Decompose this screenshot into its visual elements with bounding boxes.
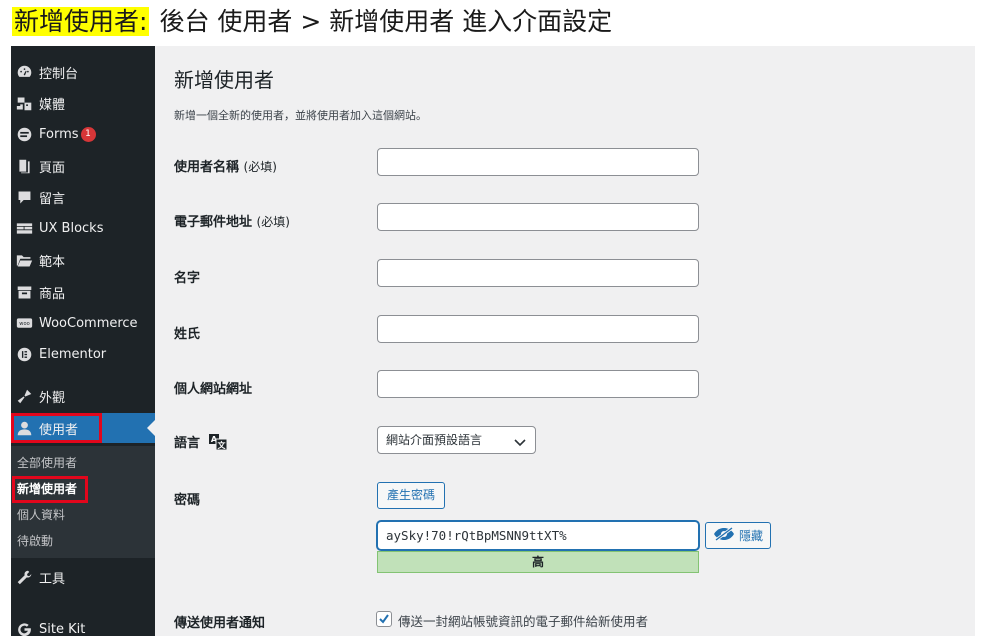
- page-title: 新增使用者: [174, 68, 274, 92]
- woocommerce-icon: woo: [15, 314, 33, 332]
- website-input[interactable]: [377, 370, 699, 398]
- sidebar-item-woocommerce[interactable]: woo WooCommerce: [11, 308, 155, 338]
- sidebar-item-label: Site Kit: [39, 621, 86, 636]
- translation-icon: A文: [208, 433, 228, 454]
- language-label: 語言 A文: [174, 432, 228, 454]
- sidebar-item-label: Elementor: [39, 346, 107, 362]
- checkmark-icon: [379, 614, 389, 624]
- svg-text:文: 文: [217, 440, 226, 450]
- sidebar-item-comments[interactable]: 留言: [11, 182, 155, 212]
- sidebar-item-dashboard[interactable]: 控制台: [11, 57, 155, 87]
- highlight-box-users: [11, 413, 102, 443]
- sidebar-item-products[interactable]: 商品: [11, 277, 155, 307]
- sidebar-item-label: 工具: [39, 571, 66, 587]
- sidebar-item-label: UX Blocks: [39, 220, 104, 236]
- sidebar-item-forms[interactable]: Forms 1: [11, 119, 155, 149]
- sidebar-item-elementor[interactable]: Elementor: [11, 339, 155, 369]
- sidebar-item-appearance[interactable]: 外觀: [11, 381, 155, 411]
- send-notification-checkbox[interactable]: [376, 611, 392, 627]
- submenu-all-users[interactable]: 全部使用者: [17, 453, 77, 473]
- first-name-input[interactable]: [377, 259, 699, 287]
- email-input[interactable]: [377, 203, 699, 231]
- ux-blocks-icon: [15, 219, 33, 237]
- first-name-label: 名字: [174, 271, 201, 286]
- last-name-label: 姓氏: [174, 327, 201, 342]
- username-label: 使用者名稱 (必填): [174, 160, 277, 175]
- sidebar-item-site-kit[interactable]: Site Kit: [11, 614, 155, 636]
- media-icon: [15, 94, 33, 112]
- dashboard-icon: [15, 63, 33, 81]
- main-content: 新增使用者 新增一個全新的使用者，並將使用者加入這個網站。 使用者名稱 (必填)…: [155, 46, 975, 636]
- eye-slash-icon: [713, 526, 735, 544]
- highlight-box-add-new-user: [12, 476, 88, 503]
- password-label: 密碼: [174, 493, 201, 508]
- submenu-pending[interactable]: 待啟動: [17, 531, 53, 551]
- svg-text:woo: woo: [19, 321, 29, 327]
- sidebar-item-tools[interactable]: 工具: [11, 562, 155, 592]
- site-kit-icon: [15, 620, 33, 636]
- appearance-icon: [15, 387, 33, 405]
- templates-icon: [15, 251, 33, 269]
- sidebar-item-templates[interactable]: 範本: [11, 245, 155, 275]
- username-input[interactable]: [377, 148, 699, 176]
- sidebar-item-label: WooCommerce: [39, 315, 138, 331]
- sidebar-item-label: 留言: [39, 191, 66, 207]
- sidebar-item-label: 外觀: [39, 390, 66, 406]
- password-input[interactable]: aySky!70!rQtBpMSNN9ttXT%: [377, 521, 699, 550]
- pages-icon: [15, 157, 33, 175]
- sidebar-item-media[interactable]: 媒體: [11, 88, 155, 118]
- notification-badge: 1: [80, 126, 96, 142]
- notify-label: 傳送使用者通知: [174, 616, 266, 631]
- generate-password-button[interactable]: 產生密碼: [377, 482, 445, 509]
- hide-password-button[interactable]: 隱藏: [705, 522, 771, 549]
- submenu-profile[interactable]: 個人資料: [17, 505, 65, 525]
- admin-sidebar: 控制台 媒體 Forms 1 頁面 留言 UX Blocks 範本 商品 woo…: [11, 46, 155, 636]
- sidebar-item-label: 媒體: [39, 97, 66, 113]
- elementor-icon: [15, 345, 33, 363]
- sidebar-item-label: 頁面: [39, 160, 66, 176]
- sidebar-item-pages[interactable]: 頁面: [11, 151, 155, 181]
- forms-icon: [15, 125, 33, 143]
- comments-icon: [15, 188, 33, 206]
- caption-highlight: 新增使用者:: [12, 7, 150, 36]
- last-name-input[interactable]: [377, 315, 699, 343]
- sidebar-item-ux-blocks[interactable]: UX Blocks: [11, 213, 155, 243]
- sidebar-item-label: 商品: [39, 286, 66, 302]
- products-icon: [15, 283, 33, 301]
- tutorial-caption: 新增使用者: 後台 使用者 > 新增使用者 進入介面設定: [12, 4, 612, 44]
- language-select[interactable]: 網站介面預設語言: [377, 426, 536, 454]
- website-label: 個人網站網址: [174, 382, 253, 397]
- chevron-down-icon: [513, 433, 527, 447]
- tools-icon: [15, 568, 33, 586]
- sidebar-item-label: 範本: [39, 254, 66, 270]
- sidebar-item-label: Forms: [39, 126, 79, 142]
- password-strength-meter: 高: [377, 551, 699, 573]
- send-notification-label: 傳送一封網站帳號資訊的電子郵件給新使用者: [398, 614, 649, 629]
- sidebar-item-label: 控制台: [39, 66, 79, 82]
- email-label: 電子郵件地址 (必填): [174, 215, 290, 230]
- page-description: 新增一個全新的使用者，並將使用者加入這個網站。: [174, 109, 427, 122]
- caption-text: 後台 使用者 > 新增使用者 進入介面設定: [159, 7, 613, 36]
